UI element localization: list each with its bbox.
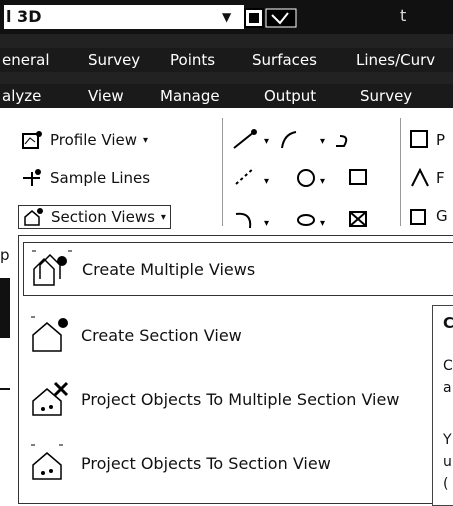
- menu-item-label: Project Objects To Section View: [81, 453, 331, 473]
- svg-text:▾: ▾: [320, 218, 325, 229]
- tab-view[interactable]: View: [88, 87, 124, 105]
- section-multiple-views-icon: [30, 249, 74, 289]
- tab-analyze[interactable]: alyze: [2, 87, 41, 105]
- svg-text:▾: ▾: [320, 176, 325, 187]
- create-section-view-item[interactable]: Create Section View: [23, 306, 453, 364]
- tab-lines-curves[interactable]: Lines/Curv: [356, 51, 435, 69]
- tab-manage[interactable]: Manage: [160, 87, 220, 105]
- project-multiple-icon: [29, 379, 73, 419]
- tab-surfaces[interactable]: Surfaces: [252, 51, 317, 69]
- tab-general[interactable]: eneral: [2, 51, 50, 69]
- tab-output[interactable]: Output: [264, 87, 316, 105]
- chevron-down-icon: ▾: [160, 211, 166, 223]
- svg-text:▾: ▾: [264, 218, 269, 229]
- ribbon-right-1[interactable]: P: [410, 130, 445, 150]
- create-multiple-views-item[interactable]: Create Multiple Views: [23, 242, 453, 296]
- grading-icon: [410, 206, 430, 226]
- tab-points[interactable]: Points: [170, 51, 215, 69]
- pipe-network-icon: [410, 130, 430, 150]
- ribbon-tabs-row-2: alyze View Manage Output Survey: [0, 84, 453, 108]
- ribbon-panel: Profile View ▾ Sample Lines Section View…: [0, 108, 453, 238]
- section-views-dropdown: Create Multiple Views Create Section Vie…: [18, 235, 453, 504]
- section-view-icon: [29, 315, 73, 355]
- ribbon-right-3[interactable]: G: [410, 206, 448, 226]
- menu-item-label: Create Multiple Views: [82, 259, 256, 279]
- chevron-down-icon: ▾: [143, 134, 149, 146]
- app-title: l 3D: [4, 5, 244, 29]
- tooltip-panel: C C a Y u (: [432, 305, 453, 506]
- menu-item-label: Project Objects To Multiple Section View: [81, 389, 400, 409]
- menu-gap: [0, 72, 453, 84]
- sample-lines-label: Sample Lines: [50, 169, 151, 187]
- project-single-icon: [29, 443, 73, 483]
- svg-text:▾: ▾: [264, 176, 269, 187]
- ribbon-tabs-row-1: eneral Survey Points Surfaces Lines/Curv: [0, 48, 453, 72]
- menu-gap: [0, 34, 453, 48]
- svg-text:▾: ▾: [264, 136, 269, 147]
- sample-lines-icon: [22, 168, 44, 188]
- project-objects-single-item[interactable]: Project Objects To Section View: [23, 434, 453, 492]
- section-views-button[interactable]: Section Views ▾: [18, 205, 171, 229]
- left-edge-panel: p: [0, 238, 16, 504]
- tab-survey[interactable]: Survey: [88, 51, 140, 69]
- svg-text:▾: ▾: [320, 136, 325, 147]
- quick-access-icons[interactable]: [244, 7, 298, 29]
- section-views-label: Section Views: [51, 208, 155, 226]
- profile-view-button[interactable]: Profile View ▾: [22, 130, 148, 150]
- ribbon-divider: [400, 118, 401, 226]
- drawing-tools-icons[interactable]: ▾ ▾ ▾ ▾ ▾ ▾: [232, 128, 402, 240]
- ribbon-right-2[interactable]: F: [410, 168, 445, 188]
- profile-view-icon: [22, 130, 44, 150]
- workspace-dropdown-arrow-icon[interactable]: ▼: [222, 10, 231, 24]
- profile-view-label: Profile View: [50, 131, 138, 149]
- section-views-icon: [23, 207, 45, 227]
- feature-line-icon: [410, 168, 430, 188]
- project-objects-multiple-item[interactable]: Project Objects To Multiple Section View: [23, 370, 453, 428]
- ribbon-divider: [222, 118, 223, 226]
- title-right-text: t: [400, 6, 407, 25]
- sample-lines-button[interactable]: Sample Lines: [22, 168, 150, 188]
- tab-survey-2[interactable]: Survey: [360, 87, 412, 105]
- menu-item-label: Create Section View: [81, 325, 242, 345]
